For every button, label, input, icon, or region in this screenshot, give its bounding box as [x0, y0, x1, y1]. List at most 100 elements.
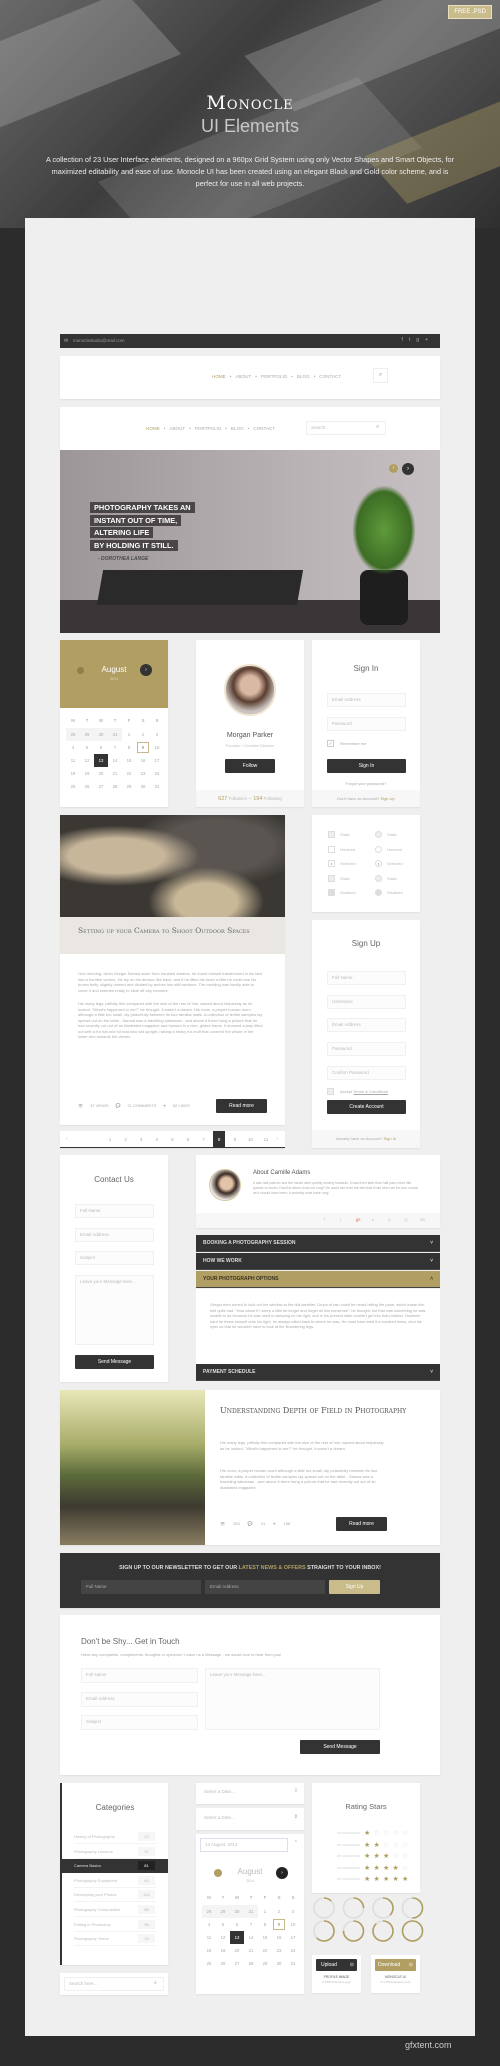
star-icon[interactable]: ★: [393, 1864, 399, 1872]
email-input[interactable]: Email Address: [327, 693, 406, 707]
category-item[interactable]: Editing in Photoshop 96: [74, 1918, 156, 1932]
calendar-day[interactable]: 30: [230, 1905, 244, 1918]
calendar-day[interactable]: 30: [272, 1957, 286, 1970]
category-item[interactable]: Developing your Photos 115: [74, 1888, 156, 1903]
nav-item-about[interactable]: ABOUT: [235, 374, 251, 379]
pinterest-icon[interactable]: p: [388, 1217, 391, 1222]
newsletter-name-input[interactable]: Full Name: [81, 1580, 201, 1594]
sign-up-link[interactable]: Sign Up: [381, 796, 395, 801]
star-icon[interactable]: ☆: [383, 1841, 389, 1849]
touch-message-textarea[interactable]: Leave your Message here...: [205, 1668, 380, 1730]
facebook-icon[interactable]: f: [324, 1217, 325, 1222]
touch-send-button[interactable]: Send Message: [300, 1740, 380, 1754]
calendar-day[interactable]: 17: [286, 1931, 300, 1944]
calendar-day[interactable]: 14: [108, 754, 122, 767]
read-more-button[interactable]: Read more: [216, 1099, 267, 1113]
calendar-day[interactable]: 19: [80, 767, 94, 780]
calendar-day[interactable]: 30: [94, 728, 108, 741]
nav-item-home[interactable]: HOME: [146, 426, 160, 431]
star-icon[interactable]: ★: [383, 1875, 389, 1883]
twitter-icon[interactable]: t: [340, 1217, 341, 1222]
google-plus-icon[interactable]: g+: [356, 1217, 361, 1222]
pagination-next[interactable]: ›: [276, 1136, 278, 1142]
follow-button[interactable]: Follow: [225, 759, 275, 773]
star-icon[interactable]: ☆: [393, 1829, 399, 1837]
instagram-icon[interactable]: ◎: [404, 1217, 408, 1223]
page-1[interactable]: 1: [104, 1136, 116, 1144]
star-icon[interactable]: ★: [364, 1852, 370, 1860]
star-icon[interactable]: ☆: [402, 1841, 408, 1849]
create-account-button[interactable]: Create Account: [327, 1100, 406, 1114]
calendar-day[interactable]: 1: [258, 1905, 272, 1918]
star-icon[interactable]: ★: [374, 1852, 380, 1860]
checkbox-static[interactable]: [328, 831, 335, 838]
calendar-day[interactable]: 21: [108, 767, 122, 780]
accept-terms-checkbox[interactable]: [327, 1088, 334, 1095]
calendar-day[interactable]: 9: [136, 741, 150, 754]
calendar-day[interactable]: 8: [258, 1918, 272, 1931]
touch-subject-input[interactable]: Subject: [81, 1715, 198, 1731]
page-2[interactable]: 2: [120, 1136, 132, 1144]
signup-confirm-password-input[interactable]: Confirm Password: [327, 1065, 406, 1080]
calendar-day[interactable]: 29: [216, 1905, 230, 1918]
category-item[interactable]: Photography Lessons 37: [74, 1845, 156, 1859]
slider-prev-button[interactable]: ‹: [389, 464, 398, 473]
calendar-day[interactable]: 15: [122, 754, 136, 767]
calendar-day[interactable]: 24: [286, 1944, 300, 1957]
category-item[interactable]: Photography Equipment 40: [74, 1874, 156, 1888]
calendar-day[interactable]: 23: [272, 1944, 286, 1957]
calendar-day[interactable]: 28: [202, 1905, 216, 1918]
radio-static[interactable]: [375, 831, 382, 838]
calendar-day[interactable]: 25: [202, 1957, 216, 1970]
page-3[interactable]: 3: [135, 1136, 147, 1144]
star-icon[interactable]: ★: [364, 1875, 370, 1883]
read-more-button[interactable]: Read more: [336, 1517, 387, 1531]
calendar-day[interactable]: 4: [66, 741, 80, 754]
terms-link[interactable]: Terms & Conditions: [353, 1089, 388, 1094]
calendar-day[interactable]: 12: [80, 754, 94, 767]
contact-subject-input[interactable]: Subject: [75, 1251, 154, 1266]
calendar-day[interactable]: 29: [122, 780, 136, 793]
calendar-day[interactable]: 6: [94, 741, 108, 754]
page-11[interactable]: 11: [260, 1136, 272, 1144]
calendar-day[interactable]: 7: [244, 1918, 258, 1931]
accordion-header[interactable]: PAYMENT SCHEDULE ˅: [196, 1364, 440, 1381]
calendar-day[interactable]: 21: [244, 1944, 258, 1957]
calendar-day[interactable]: 31: [150, 780, 164, 793]
calendar-day[interactable]: 8: [122, 741, 136, 754]
calendar-day[interactable]: 30: [136, 780, 150, 793]
date-select-2-value[interactable]: Select a Date...: [200, 1812, 290, 1826]
nav-item-contact[interactable]: CONTACT: [253, 426, 275, 431]
calendar-day[interactable]: 26: [80, 780, 94, 793]
star-icon[interactable]: ★: [393, 1875, 399, 1883]
star-icon[interactable]: ☆: [383, 1829, 389, 1837]
upload-button[interactable]: Upload ⊙: [316, 1959, 357, 1971]
facebook-icon[interactable]: f: [402, 337, 409, 343]
radio-selected[interactable]: •: [375, 860, 382, 868]
calendar-next-button[interactable]: ›: [140, 664, 152, 676]
radio-disabled[interactable]: [375, 889, 382, 897]
signup-password-input[interactable]: Password: [327, 1042, 406, 1057]
accordion-header[interactable]: BOOKING A PHOTOGRAPHY SESSION ˅: [196, 1235, 440, 1252]
calendar-day[interactable]: 6: [230, 1918, 244, 1931]
sign-in-button[interactable]: Sign In: [327, 759, 406, 773]
calendar-day[interactable]: 2: [272, 1905, 286, 1918]
calendar-day[interactable]: 28: [244, 1957, 258, 1970]
calendar-day[interactable]: 10: [150, 741, 164, 754]
page-5[interactable]: 5: [166, 1136, 178, 1144]
calendar-day[interactable]: 15: [258, 1931, 272, 1944]
category-item[interactable]: Camera Basics 81: [62, 1859, 168, 1874]
contact-email[interactable]: monoclestudio@mail.com: [73, 338, 125, 343]
signup-full-name-input[interactable]: Full Name: [327, 971, 406, 985]
star-icon[interactable]: ★: [383, 1864, 389, 1872]
page-9[interactable]: 9: [229, 1136, 241, 1144]
star-icon[interactable]: ☆: [374, 1829, 380, 1837]
calendar-day[interactable]: 9: [272, 1918, 286, 1931]
star-icon[interactable]: ★: [374, 1864, 380, 1872]
sign-in-link[interactable]: Sign In: [384, 1136, 396, 1141]
category-item[interactable]: Photography Composition 58: [74, 1903, 156, 1917]
contact-full-name-input[interactable]: Full Name: [75, 1204, 154, 1218]
star-icon[interactable]: ★: [364, 1864, 370, 1872]
contact-email-address-input[interactable]: Email Address: [75, 1227, 154, 1242]
checkbox-static[interactable]: [328, 874, 335, 882]
